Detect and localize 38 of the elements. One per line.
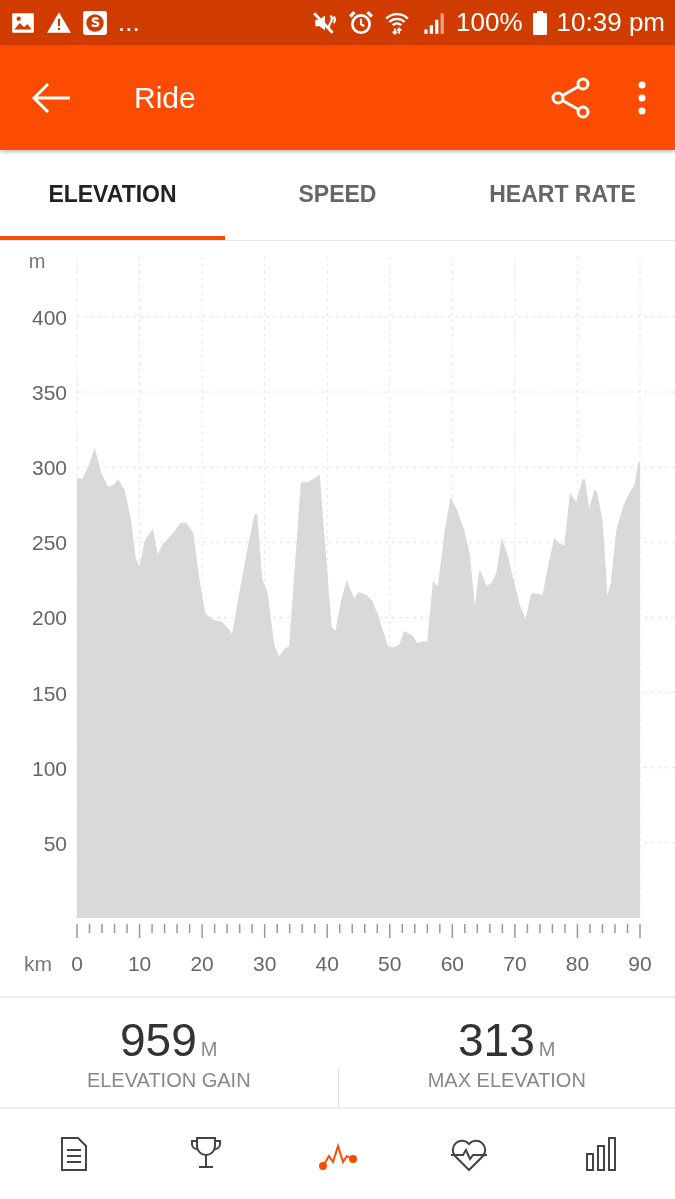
axis-label: 400 (31, 305, 67, 329)
x-axis-unit: km (24, 952, 52, 975)
axis-label: 0 (71, 952, 83, 975)
axis-label: 60 (440, 952, 464, 975)
y-axis-unit: m (28, 250, 46, 272)
notification-more: ... (118, 7, 140, 38)
alarm-icon (348, 9, 375, 36)
axis-label: 40 (315, 952, 339, 975)
stat-value: 313 (458, 1013, 535, 1067)
axis-label: 10 (127, 952, 152, 975)
axis-label: 50 (43, 831, 67, 855)
axis-label: 100 (31, 756, 67, 780)
axis-label: 200 (31, 606, 67, 630)
battery-icon (532, 10, 547, 35)
stat-label: ELEVATION GAIN (86, 1069, 251, 1092)
stat-label: MAX ELEVATION (427, 1069, 586, 1092)
app-icon (82, 9, 108, 36)
axis-label: 350 (31, 381, 67, 404)
axis-label: 150 (31, 681, 67, 705)
stat-unit: M (538, 1038, 556, 1061)
screen-title: Ride (134, 80, 197, 115)
axis-label: 50 (378, 952, 402, 975)
axis-label: 30 (253, 952, 277, 975)
more-icon (637, 80, 647, 115)
stat-unit: M (200, 1038, 218, 1061)
axis-label: 250 (31, 531, 67, 555)
axis-label: 90 (628, 952, 652, 975)
axis-label: 300 (31, 456, 67, 480)
axis-label: 80 (565, 952, 590, 975)
clock: 10:39 pm (556, 7, 665, 38)
tab[interactable]: ELEVATION (0, 150, 225, 240)
battery-percent: 100% (456, 7, 523, 38)
tab[interactable]: HEART RATE (450, 150, 675, 240)
stat-value: 959 (120, 1013, 197, 1067)
axis-label: 20 (190, 952, 214, 975)
axis-label: 70 (503, 952, 527, 975)
tab[interactable]: SPEED (225, 150, 450, 240)
back-arrow-icon[interactable] (30, 81, 72, 114)
